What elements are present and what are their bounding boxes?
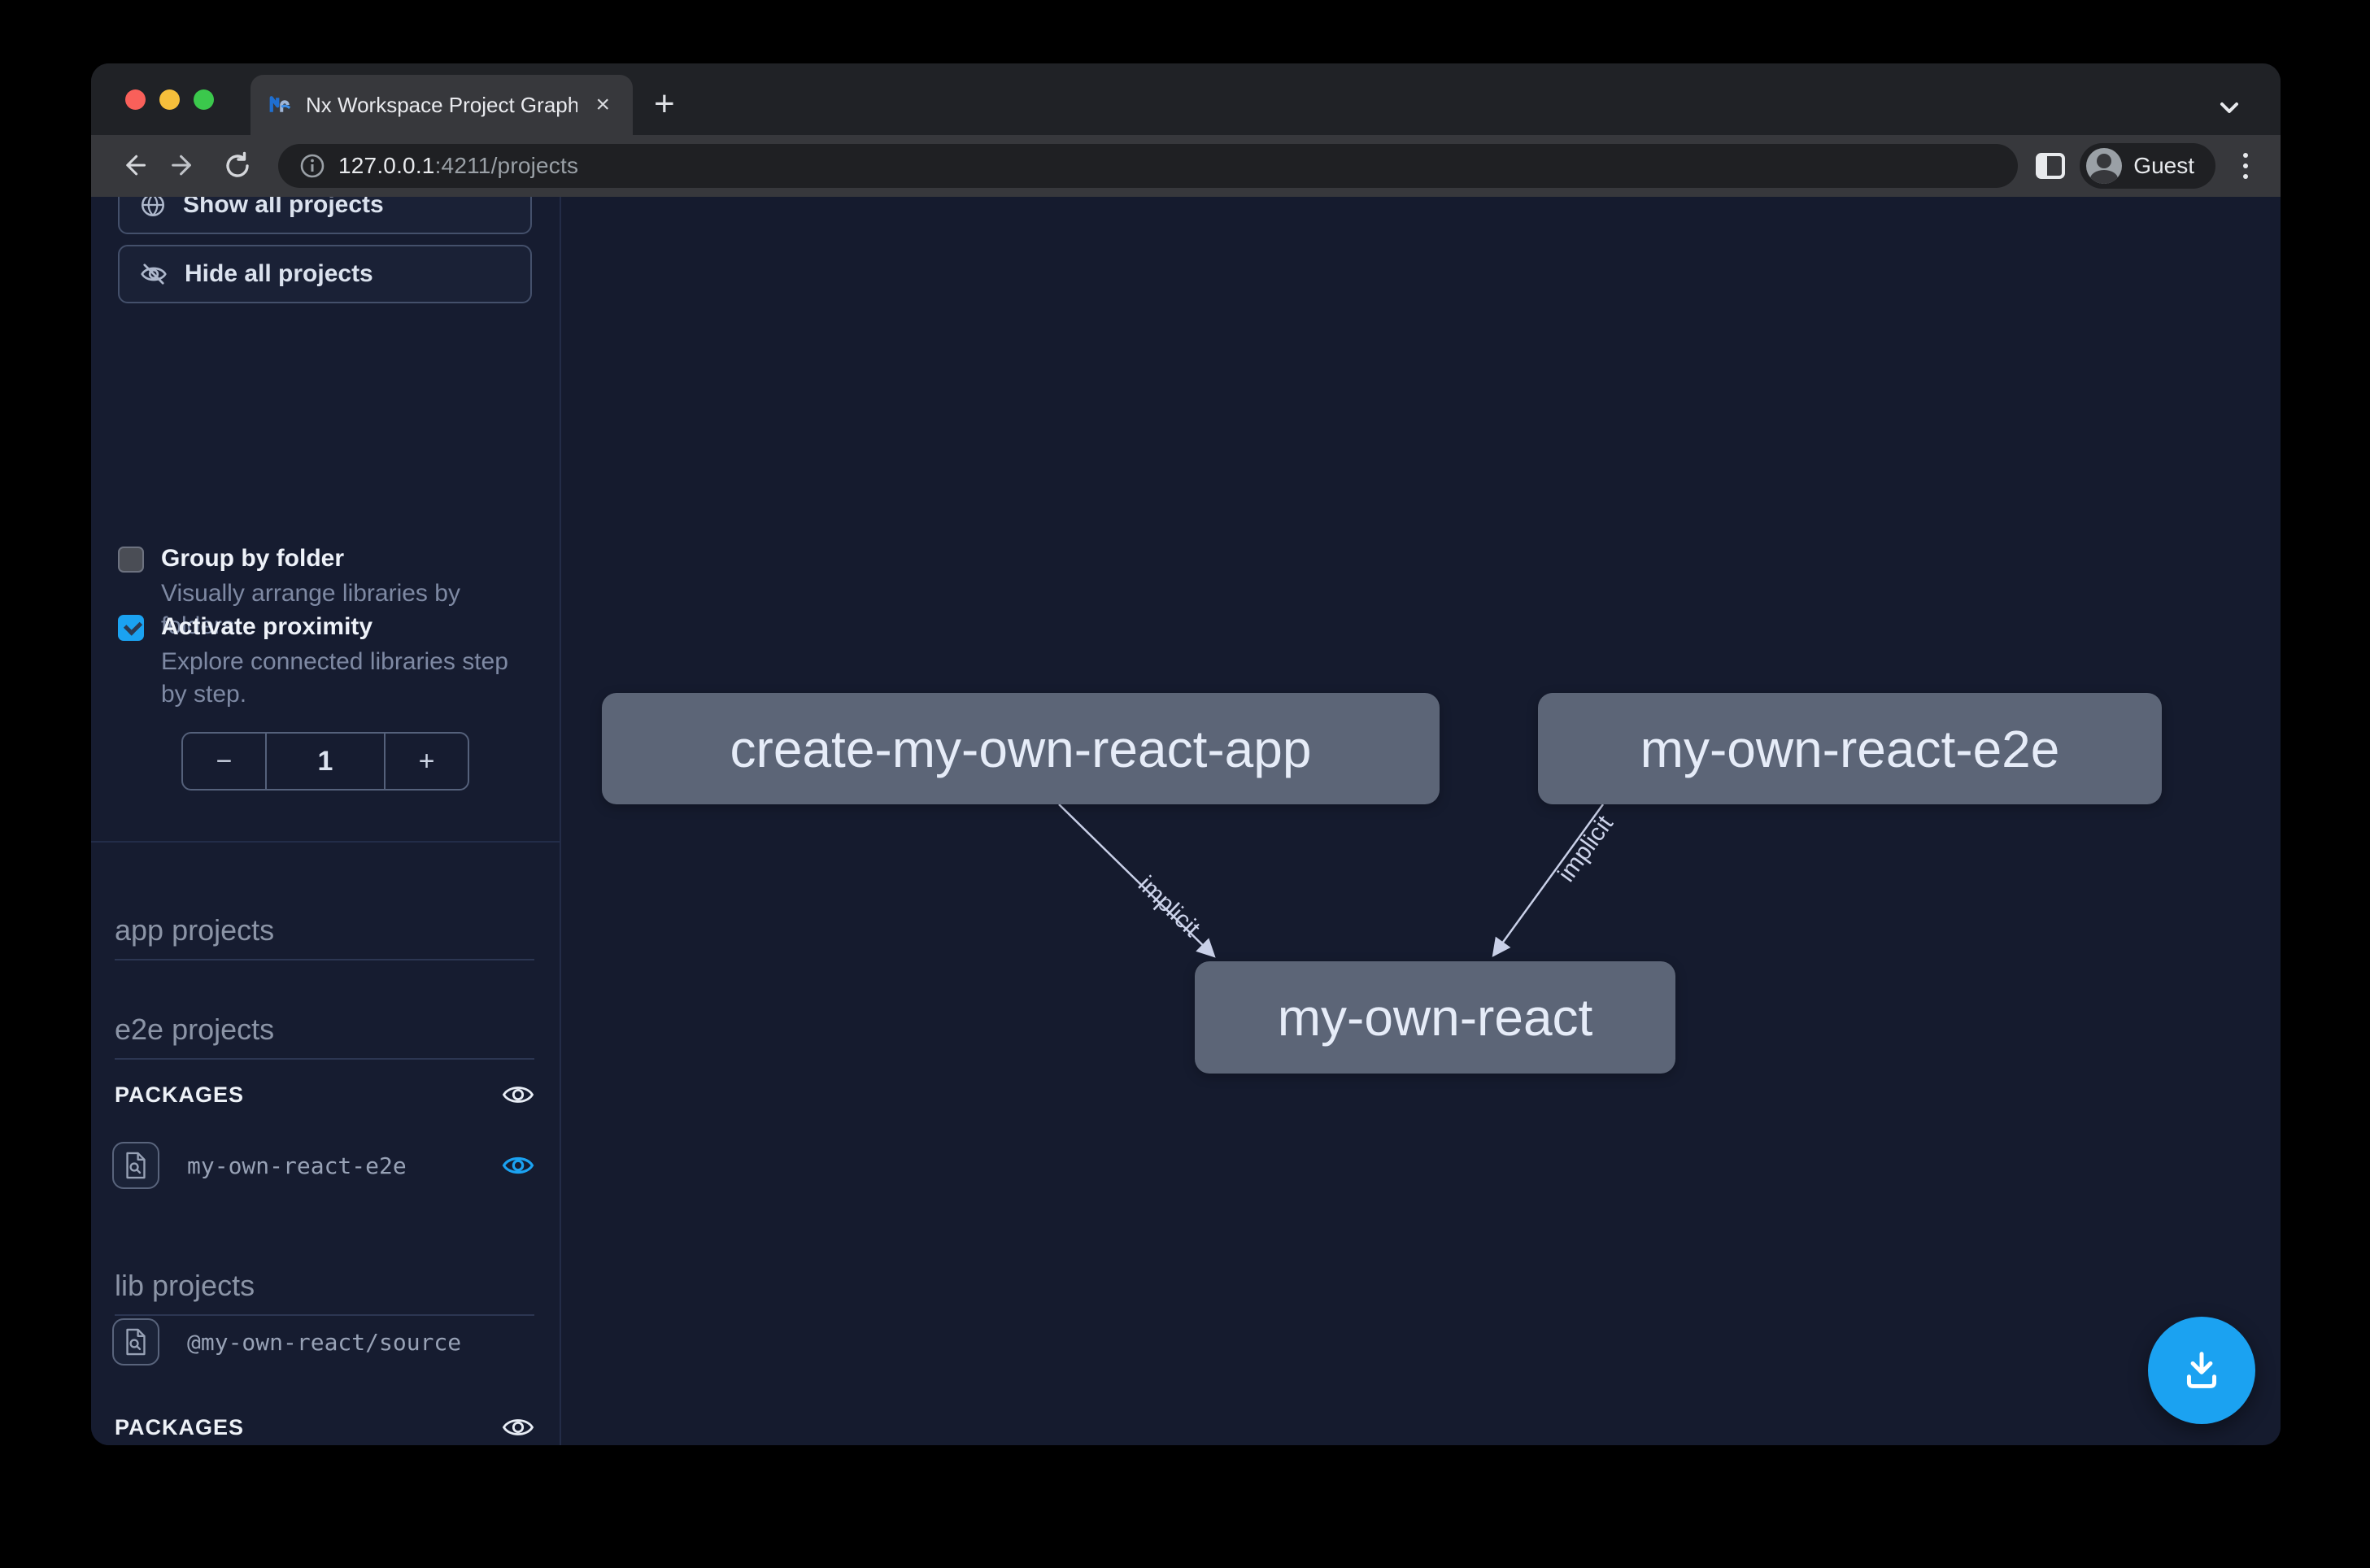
close-tab-icon[interactable]: × (590, 93, 615, 117)
option-label[interactable]: Group by folder (161, 545, 534, 573)
project-visibility-eye-icon[interactable] (502, 1152, 534, 1178)
url-text: 127.0.0.1:4211/projects (338, 153, 578, 179)
tab-search-chevron-icon[interactable] (2215, 99, 2243, 117)
packages-heading: PACKAGES (115, 1082, 502, 1108)
hide-all-projects-button[interactable]: Hide all projects (118, 245, 532, 303)
show-all-projects-button[interactable]: Show all projects (118, 197, 532, 234)
lib-projects-heading: lib projects (115, 1269, 534, 1316)
toggle-all-packages-eye-icon[interactable] (502, 1414, 534, 1440)
option-label[interactable]: Activate proximity (161, 613, 534, 641)
sidebar: Show all projects Hide all projects Grou… (91, 197, 561, 1445)
activate-proximity-checkbox[interactable] (118, 615, 144, 641)
project-name[interactable]: @my-own-react/source (187, 1329, 534, 1356)
graph-node-my-own-react-e2e[interactable]: my-own-react-e2e (1538, 693, 2162, 804)
back-button[interactable] (111, 143, 156, 189)
project-graph-canvas[interactable]: implicit implicit create-my-own-react-ap… (561, 197, 2281, 1445)
project-name[interactable]: my-own-react-e2e (187, 1152, 502, 1179)
url-bar[interactable]: 127.0.0.1:4211/projects (278, 144, 2018, 188)
reload-button[interactable] (215, 143, 260, 189)
site-info-icon[interactable] (299, 153, 325, 179)
file-search-icon[interactable] (112, 1318, 159, 1365)
toggle-all-packages-eye-icon[interactable] (502, 1082, 534, 1108)
profile-button[interactable]: Guest (2080, 143, 2215, 189)
eye-off-icon (139, 259, 168, 289)
forward-button[interactable] (163, 143, 208, 189)
download-image-button[interactable] (2148, 1317, 2255, 1424)
increment-button[interactable]: + (386, 734, 468, 789)
download-icon (2179, 1348, 2224, 1393)
browser-toolbar: 127.0.0.1:4211/projects Guest (91, 135, 2281, 197)
graph-node-create-my-own-react-app[interactable]: create-my-own-react-app (602, 693, 1440, 804)
traffic-lights (125, 89, 214, 110)
e2e-packages-header: PACKAGES (115, 1082, 534, 1108)
proximity-depth-stepper: − 1 + (181, 732, 469, 791)
project-row-my-own-react-source: @my-own-react/source (112, 1318, 534, 1365)
avatar-icon (2086, 148, 2122, 184)
tab-strip: Nx Workspace Project Graph × + (91, 63, 2281, 135)
e2e-projects-heading: e2e projects (115, 1013, 534, 1060)
nx-favicon (268, 93, 293, 117)
tab-title: Nx Workspace Project Graph (306, 93, 577, 118)
graph-node-my-own-react[interactable]: my-own-react (1195, 961, 1675, 1074)
lib-packages-header: PACKAGES (115, 1414, 534, 1440)
browser-menu-icon[interactable] (2230, 153, 2261, 179)
show-all-projects-label: Show all projects (183, 197, 384, 219)
new-tab-button[interactable]: + (654, 86, 675, 122)
url-path: :4211/projects (435, 153, 579, 178)
zoom-window-button[interactable] (194, 89, 214, 110)
decrement-button[interactable]: − (183, 734, 265, 789)
side-panel-icon[interactable] (2036, 153, 2065, 179)
packages-heading: PACKAGES (115, 1415, 502, 1440)
graph-edges (561, 197, 2281, 1445)
url-host: 127.0.0.1 (338, 153, 435, 178)
sidebar-divider (91, 841, 561, 843)
tab-nx-workspace[interactable]: Nx Workspace Project Graph × (251, 75, 633, 135)
app-projects-heading: app projects (115, 913, 534, 960)
file-search-icon[interactable] (112, 1142, 159, 1189)
option-description: Explore connected libraries step by step… (161, 646, 534, 711)
profile-name: Guest (2133, 153, 2194, 179)
depth-value: 1 (265, 734, 386, 789)
close-window-button[interactable] (125, 89, 146, 110)
hide-all-projects-label: Hide all projects (185, 260, 373, 288)
browser-window: Nx Workspace Project Graph × + (91, 63, 2281, 1445)
project-row-my-own-react-e2e: my-own-react-e2e (112, 1142, 534, 1189)
minimize-window-button[interactable] (159, 89, 180, 110)
option-activate-proximity: Activate proximity Explore connected lib… (118, 613, 534, 711)
group-by-folder-checkbox[interactable] (118, 547, 144, 573)
